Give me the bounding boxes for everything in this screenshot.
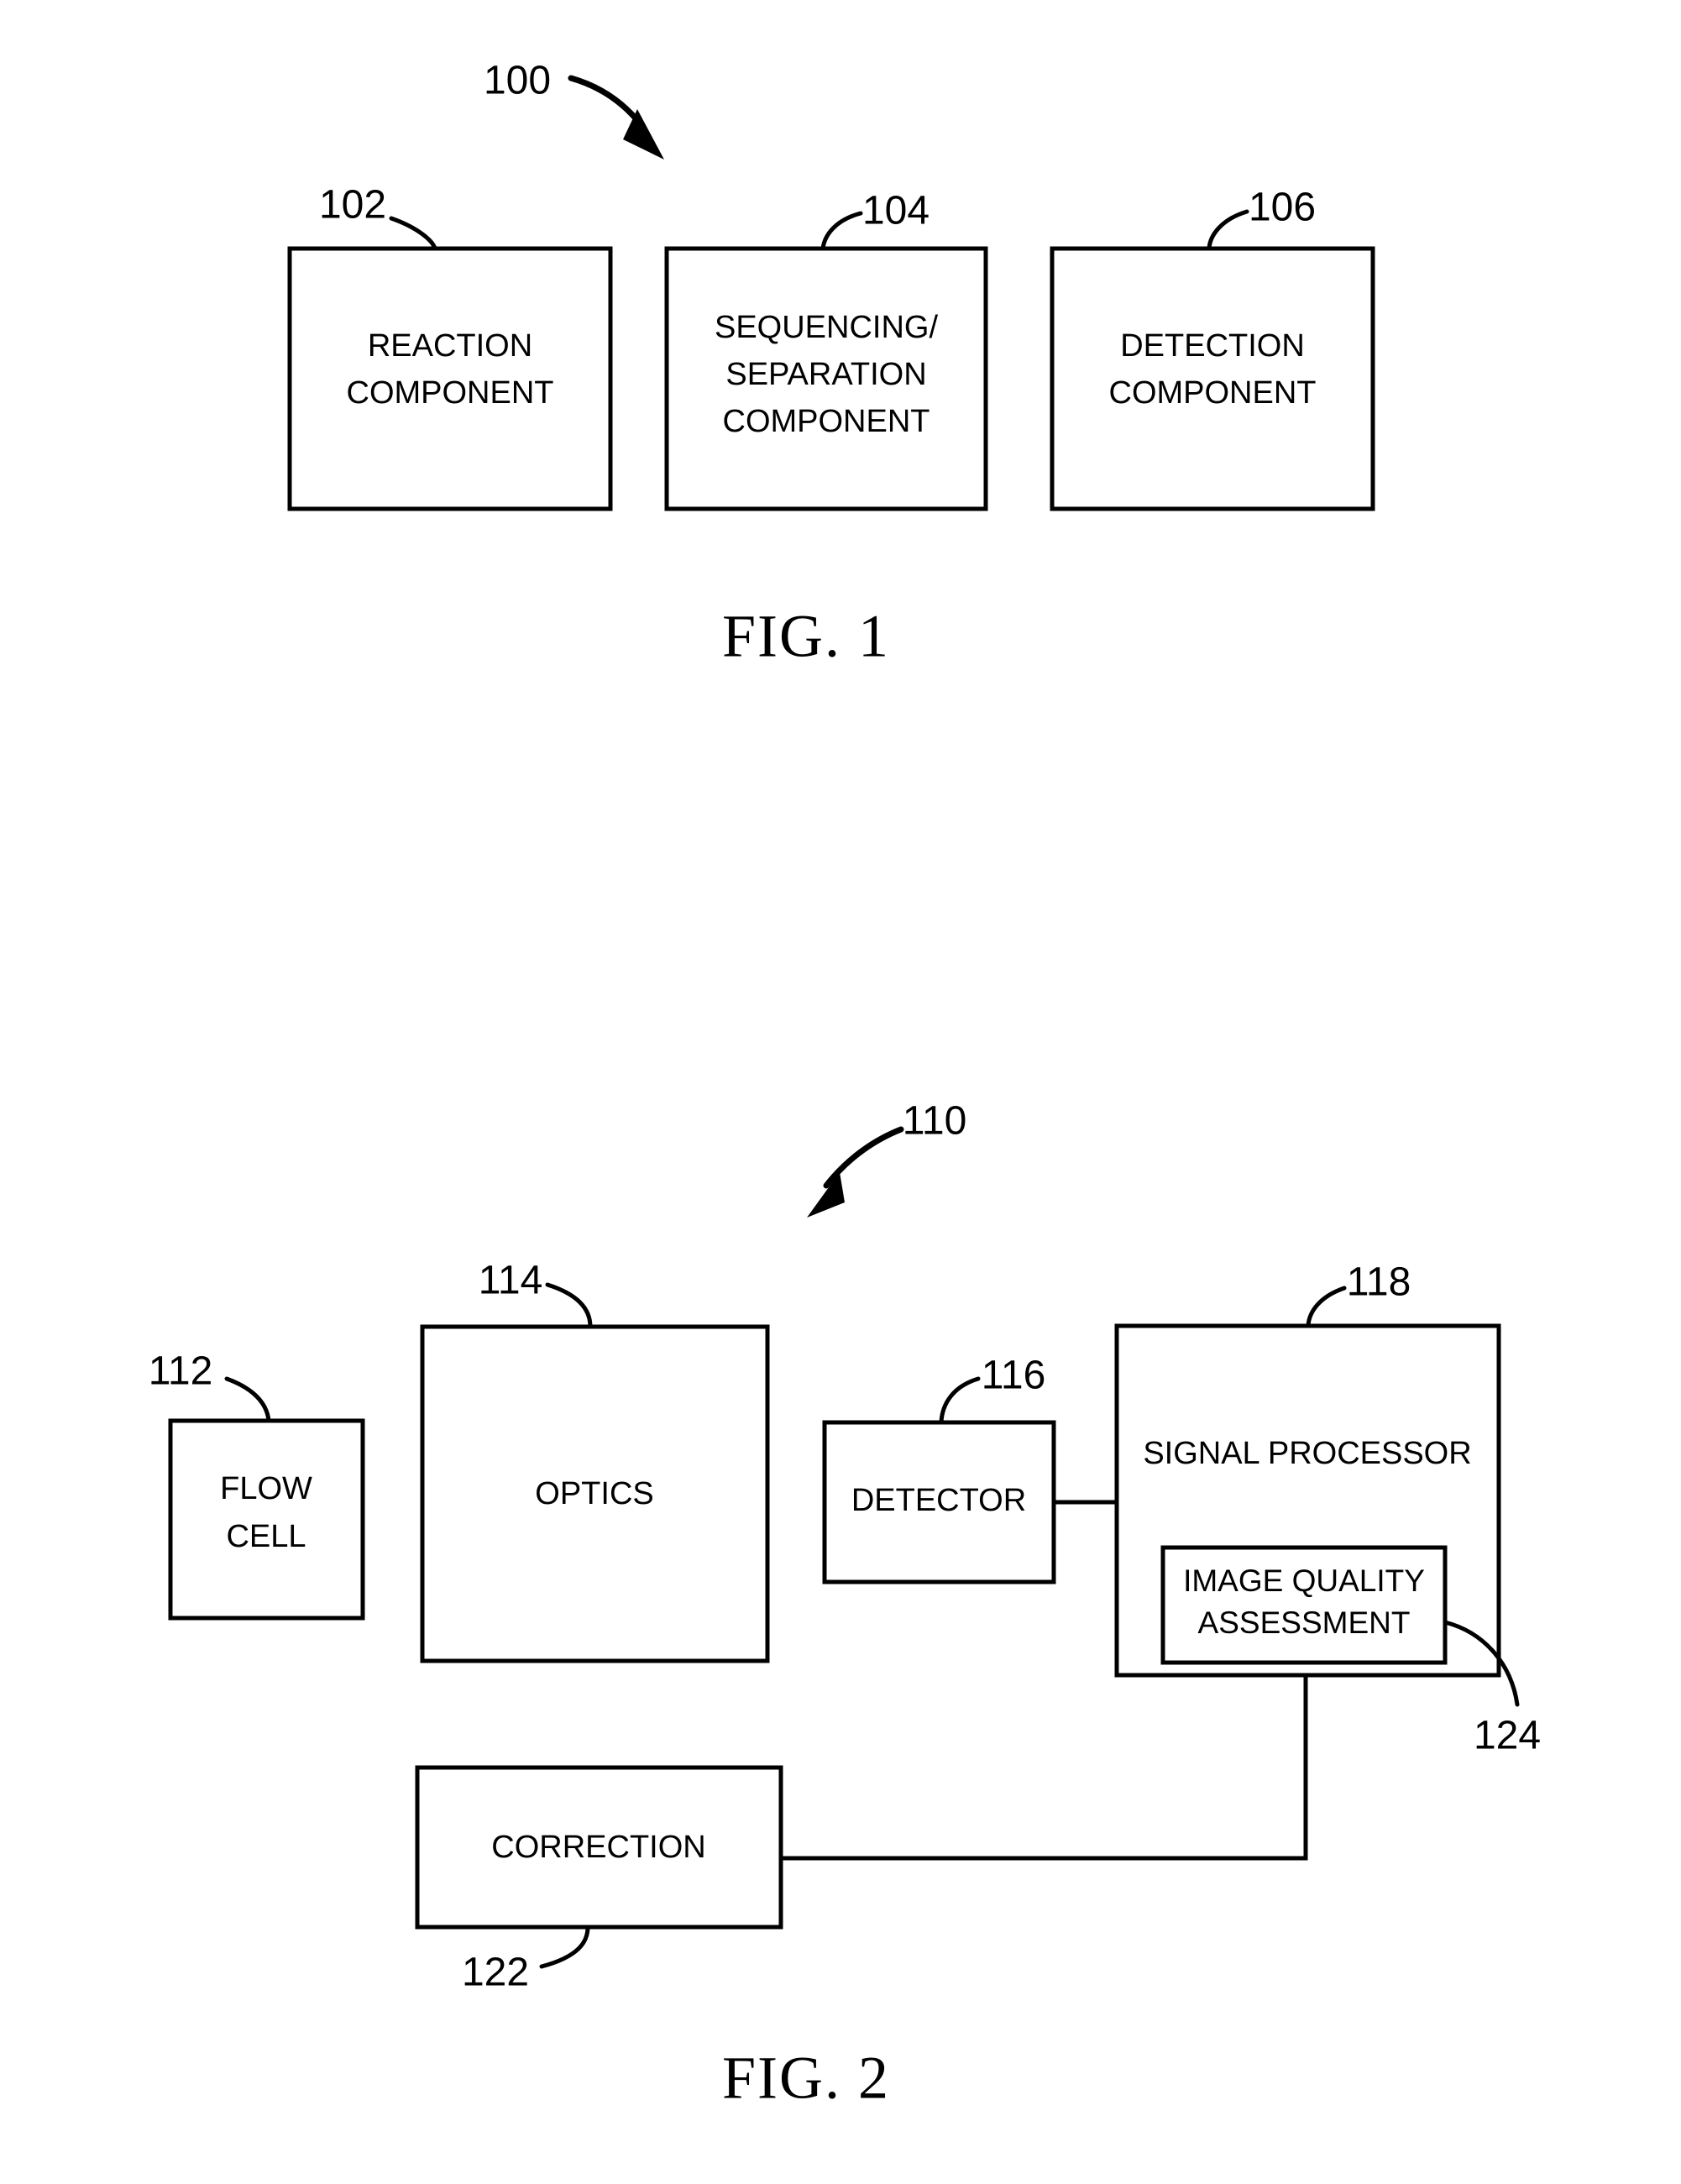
ref-112-leader — [224, 1376, 271, 1423]
box-112-line-1: FLOW — [220, 1471, 312, 1506]
ref-numeral-104: 104 — [862, 189, 930, 233]
ref-122-leader — [539, 1925, 590, 1969]
box-122-line-1: CORRECTION — [491, 1830, 705, 1865]
ref-110-arrowhead — [807, 1172, 845, 1218]
ref-114-leader — [545, 1282, 593, 1329]
box-106-line-1: DETECTION — [1120, 328, 1305, 364]
ref-numeral-102: 102 — [319, 183, 386, 228]
ref-numeral-118: 118 — [1347, 1260, 1411, 1305]
ref-numeral-114: 114 — [479, 1259, 543, 1303]
ref-numeral-116: 116 — [982, 1354, 1046, 1398]
box-114-line-1: OPTICS — [535, 1476, 653, 1511]
ref-numeral-106: 106 — [1249, 186, 1316, 230]
figure-1-caption: FIG. 1 — [722, 603, 890, 670]
ref-100-arrowhead — [623, 109, 664, 160]
box-102-line-2: COMPONENT — [347, 375, 554, 411]
ref-numeral-112: 112 — [149, 1349, 213, 1394]
box-104-line-2: SEPARATION — [725, 357, 926, 392]
box-116-line-1: DETECTOR — [851, 1483, 1026, 1518]
figure-1: 100 REACTION COMPONENT 102 SEQUENCING/ S… — [287, 59, 1375, 670]
box-112-line-2: CELL — [226, 1519, 306, 1554]
figures-canvas: 100 REACTION COMPONENT 102 SEQUENCING/ S… — [149, 59, 1541, 2112]
patent-figure-sheet: 100 REACTION COMPONENT 102 SEQUENCING/ S… — [0, 0, 1681, 2184]
ref-116-leader — [939, 1376, 981, 1425]
box-102-line-1: REACTION — [368, 328, 532, 364]
ref-118-leader — [1306, 1286, 1347, 1328]
box-124-line-1: IMAGE QUALITY — [1183, 1563, 1425, 1598]
ref-106-leader — [1207, 209, 1249, 251]
figure-2: 110 FLOW CELL 112 OPTICS 114 DETECTOR 11… — [149, 1099, 1541, 2112]
connector-correction-to-signal-processor — [781, 1675, 1308, 1861]
figure-2-caption: FIG. 2 — [722, 2045, 890, 2112]
box-106-line-2: COMPONENT — [1109, 375, 1317, 411]
ref-102-leader — [389, 216, 437, 251]
ref-104-leader — [820, 211, 863, 251]
ref-numeral-110: 110 — [903, 1099, 967, 1144]
ref-numeral-122: 122 — [462, 1951, 529, 1995]
ref-numeral-124: 124 — [1474, 1714, 1541, 1758]
box-104-line-3: COMPONENT — [723, 404, 930, 439]
box-124-line-2: ASSESSMENT — [1198, 1605, 1411, 1640]
box-104-line-1: SEQUENCING/ — [715, 310, 938, 345]
ref-numeral-100: 100 — [484, 59, 551, 103]
box-118-line-1: SIGNAL PROCESSOR — [1143, 1436, 1471, 1471]
